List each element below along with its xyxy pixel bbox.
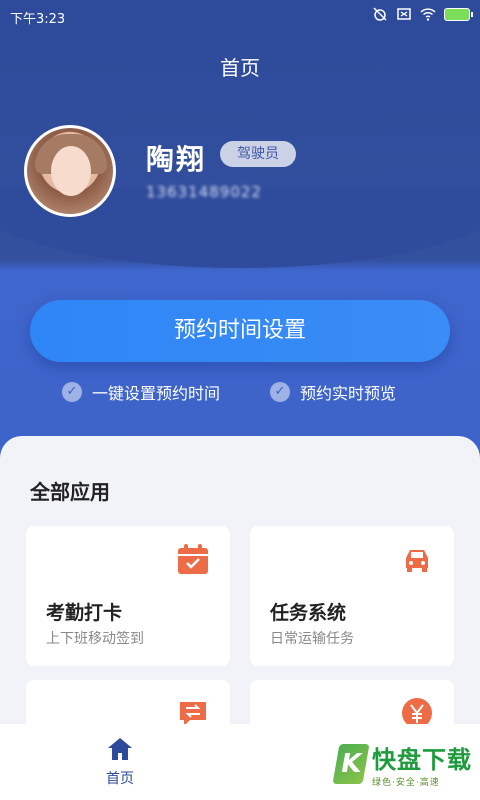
check-icon: ✓ (62, 382, 82, 402)
app-card-title: 任务系统 (270, 602, 347, 624)
watermark-k-icon: K (332, 744, 370, 784)
app-card-subtitle: 日常运输任务 (270, 631, 354, 647)
app-card-subtitle: 上下班移动签到 (46, 631, 144, 647)
sim-off-icon (397, 8, 411, 20)
apps-panel: 全部应用 考勤打卡 上下班移动签到 任务系统 日常运输任务 (0, 436, 480, 800)
battery-icon (444, 7, 473, 21)
user-name: 陶翔 (146, 143, 207, 176)
schedule-settings-button[interactable]: 预约时间设置 (30, 300, 450, 362)
status-icons (372, 6, 473, 22)
role-badge: 驾驶员 (220, 141, 296, 167)
watermark-brand: 快盘下载 (372, 746, 472, 774)
feature-one-click-schedule: ✓ 一键设置预约时间 (62, 380, 220, 404)
avatar[interactable] (24, 125, 116, 217)
car-icon (406, 550, 428, 572)
watermark-text: 快盘下载 绿色·安全·高速 (372, 740, 472, 788)
apps-section-title: 全部应用 (30, 480, 110, 504)
status-time: 下午3:23 (10, 12, 66, 27)
feature-label: 一键设置预约时间 (92, 384, 221, 403)
app-card-attendance[interactable]: 考勤打卡 上下班移动签到 (26, 526, 230, 666)
alarm-off-icon (373, 7, 387, 21)
avatar-face (51, 146, 91, 196)
phone-number: 13631489022 (146, 183, 262, 201)
bottom-tab-bar: 首页 K 快盘下载 绿色·安全·高速 (0, 724, 480, 800)
home-icon (108, 738, 132, 760)
calendar-check-icon (178, 544, 208, 574)
feature-label: 预约实时预览 (300, 384, 397, 403)
watermark-logo: K 快盘下载 绿色·安全·高速 (332, 740, 472, 788)
app-card-tasks[interactable]: 任务系统 日常运输任务 (250, 526, 454, 666)
feature-realtime-preview: ✓ 预约实时预览 (270, 380, 396, 404)
watermark-slogan: 绿色·安全·高速 (372, 778, 440, 788)
check-icon: ✓ (270, 382, 290, 402)
tab-home[interactable]: 首页 (94, 736, 146, 788)
tab-home-label: 首页 (106, 771, 134, 787)
page-title: 首页 (220, 56, 260, 80)
wifi-icon (420, 8, 436, 21)
app-card-title: 考勤打卡 (46, 602, 123, 624)
status-bar: 下午3:23 (0, 0, 480, 32)
